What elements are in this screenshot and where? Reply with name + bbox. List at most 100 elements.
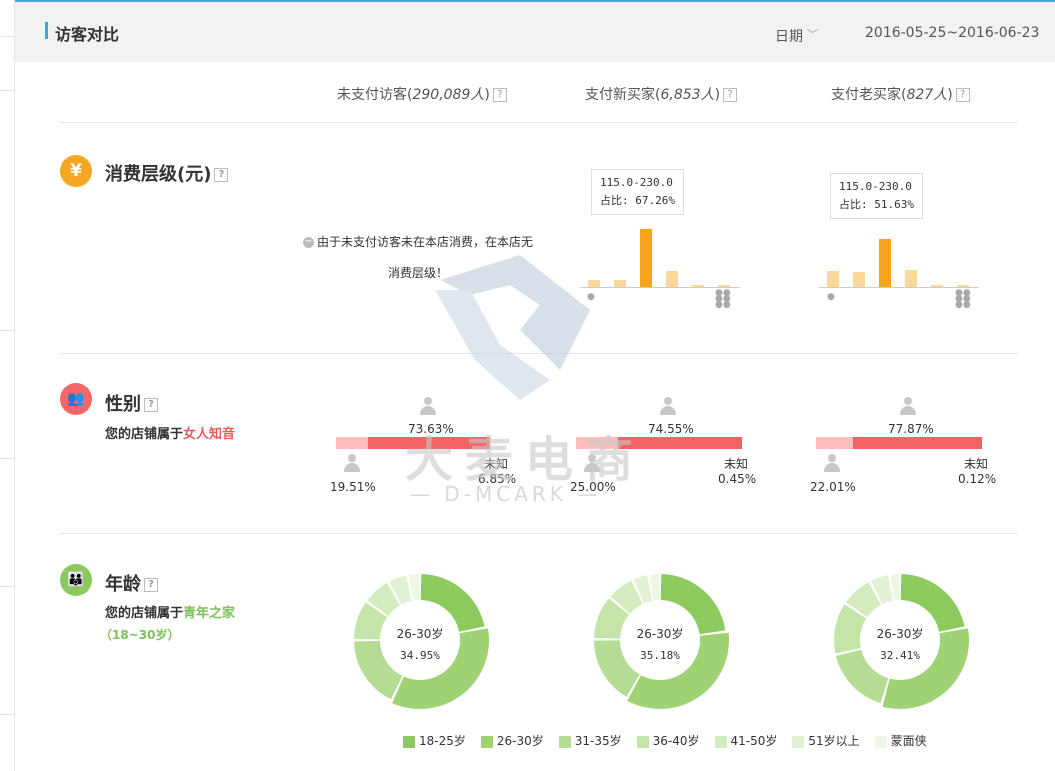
date-dropdown[interactable]: 日期 xyxy=(775,26,803,46)
watermark-text: 大麦电商 xyxy=(405,432,646,488)
section-title-consumption: 消费层级(元)? xyxy=(105,160,229,186)
donut-slice[interactable] xyxy=(649,574,660,601)
unknown-label: 未知 xyxy=(724,457,749,471)
consumption-bar[interactable] xyxy=(879,239,891,287)
legend-swatch xyxy=(558,735,571,748)
donut-slice[interactable] xyxy=(408,574,420,601)
panel-title: 访客对比 xyxy=(55,25,120,44)
consumption-bar[interactable] xyxy=(640,229,652,287)
no-consumption-note: − 由于未支付访客未在本店消费，在本店无 xyxy=(303,233,533,250)
age-legend: 18-25岁 26-30岁 31-35岁 36-40岁 41-50岁 51岁以上 蒙面侠 xyxy=(403,732,942,749)
help-icon[interactable]: ? xyxy=(723,88,738,102)
section-title-text: 消费层级(元) xyxy=(105,164,212,185)
coin-stack-icon: ●● ●● ●● xyxy=(715,288,731,310)
person-icon xyxy=(900,397,916,415)
tooltip-old-buyers: 115.0-230.0 占比: 51.63% xyxy=(830,173,923,219)
help-icon[interactable]: ? xyxy=(144,398,158,412)
tooltip-new-buyers: 115.0-230.0 占比: 67.26% xyxy=(591,169,684,215)
donut-slice[interactable] xyxy=(633,575,653,604)
legend-label: 18-25岁 xyxy=(419,734,466,748)
date-range: 2016-05-25~2016-06-23 xyxy=(865,25,1040,41)
unknown-label: 未知 xyxy=(964,457,989,471)
legend-item[interactable]: 51岁以上 xyxy=(792,732,860,749)
legend-swatch xyxy=(714,735,727,748)
legend-swatch xyxy=(480,735,493,748)
chevron-down-icon[interactable]: ﹀ xyxy=(807,26,818,42)
legend-item[interactable]: 36-40岁 xyxy=(636,732,700,749)
help-icon[interactable]: ? xyxy=(492,88,507,102)
donut-slice[interactable] xyxy=(845,581,881,618)
donut-slice[interactable] xyxy=(870,575,893,605)
coin-stack-icon: ●● ●● ●● xyxy=(955,288,971,310)
title-accent-bar xyxy=(45,22,48,39)
yen-icon: ¥ xyxy=(60,155,92,187)
consumption-bar[interactable] xyxy=(827,271,839,287)
donut-slice[interactable] xyxy=(367,582,400,616)
legend-label: 36-40岁 xyxy=(652,734,700,748)
donut-slice[interactable] xyxy=(890,574,900,601)
male-percent: 22.01% xyxy=(810,480,856,494)
column-count: 290,089人 xyxy=(412,87,485,103)
consumption-bar[interactable] xyxy=(905,270,917,287)
unknown-percent: 0.45% xyxy=(718,472,757,486)
donut-center-label: 26-30岁 xyxy=(876,627,924,641)
minus-circle-icon: − xyxy=(303,236,314,248)
divider xyxy=(60,533,1018,534)
coin-small-icon: ● xyxy=(587,292,595,302)
female-bar[interactable] xyxy=(853,437,982,449)
column-label: 未支付访客 xyxy=(337,87,407,103)
legend-swatch xyxy=(874,735,887,748)
consumption-bar[interactable] xyxy=(614,280,626,287)
donut-slice[interactable] xyxy=(389,575,412,605)
donut-center-percent: 35.18% xyxy=(640,649,680,662)
coin-small-icon: ● xyxy=(827,292,835,302)
male-bar[interactable] xyxy=(336,437,368,449)
divider xyxy=(60,122,1018,123)
legend-label: 51岁以上 xyxy=(808,734,860,748)
legend-label: 31-35岁 xyxy=(574,734,622,748)
panel-header: 访客对比 日期 ﹀ 2016-05-25~2016-06-23 xyxy=(15,0,1055,62)
age-summary: 您的店铺属于青年之家 xyxy=(105,602,235,621)
column-header-unpaid: 未支付访客(290,089人)? xyxy=(337,84,507,104)
donut-slice[interactable] xyxy=(610,580,643,614)
donut-center-percent: 34.95% xyxy=(400,649,440,662)
family-icon: 👪 xyxy=(60,564,92,596)
age-summary-range: （18~30岁） xyxy=(100,628,180,642)
divider xyxy=(60,353,1018,354)
person-icon xyxy=(824,454,840,472)
sidebar-divider xyxy=(0,714,14,715)
section-title-gender: 性别? xyxy=(105,390,158,416)
legend-item[interactable]: 41-50岁 xyxy=(714,732,777,749)
donut-slice[interactable] xyxy=(900,574,965,632)
section-title-age: 年龄? xyxy=(105,570,158,596)
donut-slice[interactable] xyxy=(627,632,729,709)
column-label: 支付新买家 xyxy=(585,87,655,103)
no-consumption-note-line2: 消费层级！ xyxy=(388,266,449,280)
female-percent: 77.87% xyxy=(888,422,934,436)
help-icon[interactable]: ? xyxy=(144,578,158,592)
legend-item[interactable]: 31-35岁 xyxy=(558,732,622,749)
help-icon[interactable]: ? xyxy=(214,168,229,182)
male-bar[interactable] xyxy=(816,437,853,449)
consumption-bar[interactable] xyxy=(588,280,600,287)
legend-item[interactable]: 18-25岁 xyxy=(403,732,466,749)
tooltip-ratio: 占比: 51.63% xyxy=(839,198,914,211)
help-icon[interactable]: ? xyxy=(955,88,970,102)
donut-slice[interactable] xyxy=(420,574,485,632)
legend-swatch xyxy=(403,735,415,748)
sidebar-divider xyxy=(0,36,14,37)
sidebar-divider xyxy=(0,90,14,91)
unknown-percent: 0.12% xyxy=(958,472,997,486)
tooltip-range: 115.0-230.0 xyxy=(600,176,673,189)
donut-center-label: 26-30岁 xyxy=(396,627,444,641)
tooltip-range: 115.0-230.0 xyxy=(839,180,912,193)
consumption-bar[interactable] xyxy=(666,271,678,287)
legend-item[interactable]: 26-30岁 xyxy=(480,732,544,749)
consumption-bar[interactable] xyxy=(853,272,865,287)
donut-center-label: 26-30岁 xyxy=(636,627,684,641)
gender-summary: 您的店铺属于女人知音 xyxy=(105,423,235,442)
sidebar-divider xyxy=(0,586,14,587)
column-header-new-buyers: 支付新买家(6,853人)? xyxy=(585,84,738,104)
legend-item[interactable]: 蒙面侠 xyxy=(874,732,927,749)
column-count: 6,853人 xyxy=(660,87,715,103)
